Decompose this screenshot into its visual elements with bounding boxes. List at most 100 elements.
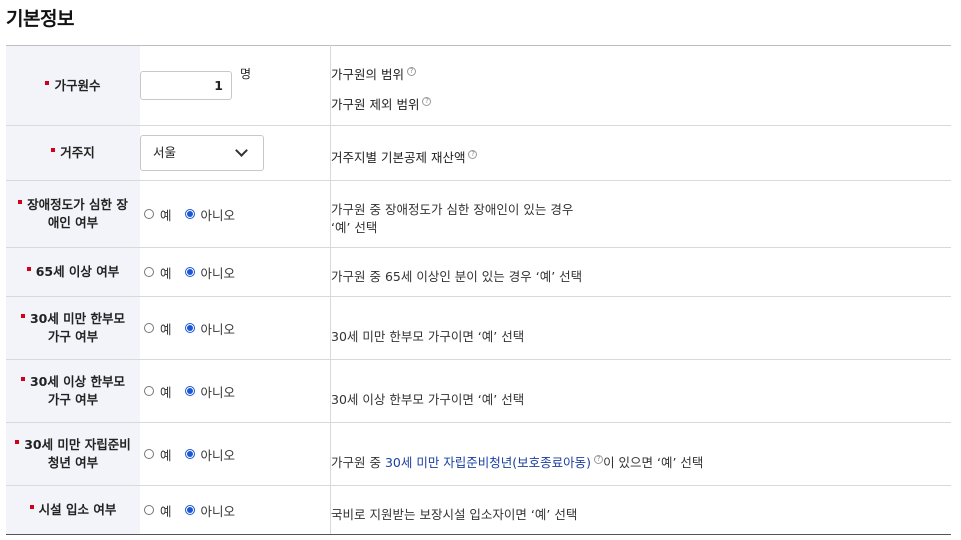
household-exclusion-link[interactable]: 가구원 제외 범위 bbox=[331, 97, 419, 112]
row-single-parent-over30: 30세 이상 한부모 가구 여부 예 아니오 30세 이상 한부모 가구이면 ‘… bbox=[6, 359, 951, 423]
radio-no-label[interactable]: 아니오 bbox=[201, 501, 236, 520]
radio-group: 예 아니오 bbox=[144, 263, 235, 282]
residence-deduction-link[interactable]: 거주지별 기본공제 재산액 bbox=[331, 150, 465, 165]
desc-line1: 가구원 중 장애정도가 심한 장애인이 있는 경우 bbox=[331, 201, 574, 217]
radio-no-label[interactable]: 아니오 bbox=[201, 319, 236, 338]
label-household-size: 가구원수 bbox=[54, 77, 101, 93]
label-line2: 가구 여부 bbox=[47, 329, 99, 344]
radio-no[interactable] bbox=[184, 323, 195, 333]
residence-desc: 거주지별 기본공제 재산액 bbox=[330, 125, 951, 181]
required-marker-icon bbox=[51, 148, 56, 152]
radio-yes-label[interactable]: 예 bbox=[160, 319, 172, 338]
radio-yes[interactable] bbox=[144, 386, 154, 396]
radio-yes-label[interactable]: 예 bbox=[160, 263, 172, 282]
required-marker-icon bbox=[45, 80, 50, 85]
required-marker-icon bbox=[20, 377, 25, 381]
household-size-desc: 가구원의 범위 가구원 제외 범위 bbox=[330, 45, 951, 126]
help-icon[interactable] bbox=[422, 97, 432, 106]
radio-yes-label[interactable]: 예 bbox=[160, 205, 172, 224]
row-label: 30세 이상 한부모 가구 여부 bbox=[6, 359, 140, 423]
row-single-parent-under30: 30세 미만 한부모 가구 여부 예 아니오 30세 미만 한부모 가구이면 ‘… bbox=[6, 296, 951, 360]
radio-group: 예 아니오 bbox=[144, 205, 235, 224]
radio-yes[interactable] bbox=[144, 209, 154, 219]
row-label: 30세 미만 한부모 가구 여부 bbox=[6, 296, 140, 360]
label-line2: 가구 여부 bbox=[47, 392, 99, 407]
label-residence: 거주지 bbox=[60, 145, 95, 160]
radio-yes[interactable] bbox=[144, 267, 154, 277]
row-label: 30세 미만 자립준비 청년 여부 bbox=[6, 422, 140, 486]
label-line1: 30세 미만 한부모 bbox=[29, 311, 126, 326]
unit-label: 명 bbox=[240, 67, 252, 81]
radio-cell: 예 아니오 bbox=[140, 247, 331, 297]
radio-no[interactable] bbox=[184, 449, 195, 459]
facility-desc: 국비로 지원받는 보장시설 입소자이면 ‘예’ 선택 bbox=[330, 485, 951, 535]
radio-cell: 예 아니오 bbox=[140, 359, 331, 423]
radio-group: 예 아니오 bbox=[144, 445, 235, 464]
single-parent-over30-desc: 30세 이상 한부모 가구이면 ‘예’ 선택 bbox=[330, 359, 951, 423]
row-label: 거주지 bbox=[6, 125, 140, 181]
row-household-size: 가구원수 1명 가구원의 범위 가구원 제외 범위 bbox=[6, 45, 951, 126]
household-size-cell: 1명 bbox=[140, 45, 331, 126]
desc-prefix: 가구원 중 bbox=[331, 454, 385, 470]
label-age65: 65세 이상 여부 bbox=[35, 264, 120, 279]
required-marker-icon bbox=[29, 505, 34, 509]
radio-yes[interactable] bbox=[144, 449, 154, 459]
desc-text: 가구원 중 65세 이상인 분이 있는 경우 ‘예’ 선택 bbox=[331, 268, 583, 284]
radio-no[interactable] bbox=[184, 209, 195, 219]
row-residence: 거주지 서울 거주지별 기본공제 재산액 bbox=[6, 125, 951, 181]
required-marker-icon bbox=[26, 267, 31, 271]
row-facility: 시설 입소 여부 예 아니오 국비로 지원받는 보장시설 입소자이면 ‘예’ 선… bbox=[6, 485, 951, 535]
radio-group: 예 아니오 bbox=[144, 382, 235, 401]
section-title: 기본정보 bbox=[6, 8, 74, 30]
radio-no-label[interactable]: 아니오 bbox=[201, 382, 236, 401]
residence-selected-value: 서울 bbox=[153, 145, 177, 160]
radio-yes[interactable] bbox=[144, 505, 154, 515]
radio-yes-label[interactable]: 예 bbox=[160, 501, 172, 520]
radio-group: 예 아니오 bbox=[144, 501, 235, 520]
radio-cell: 예 아니오 bbox=[140, 485, 331, 535]
household-range-link[interactable]: 가구원의 범위 bbox=[331, 67, 404, 82]
household-size-input[interactable]: 1 bbox=[140, 71, 232, 100]
label-line1: 30세 미만 자립준비 bbox=[24, 437, 131, 452]
required-marker-icon bbox=[15, 440, 20, 444]
desc-text: 30세 미만 한부모 가구이면 ‘예’ 선택 bbox=[331, 328, 525, 344]
desc-line2: ‘예’ 선택 bbox=[331, 219, 378, 235]
radio-no-label[interactable]: 아니오 bbox=[201, 263, 236, 282]
radio-no-label[interactable]: 아니오 bbox=[201, 205, 236, 224]
label-line2: 청년 여부 bbox=[47, 455, 99, 470]
row-age65: 65세 이상 여부 예 아니오 가구원 중 65세 이상인 분이 있는 경우 ‘… bbox=[6, 247, 951, 297]
basic-info-table: 가구원수 1명 가구원의 범위 가구원 제외 범위 거주지 서울 거주지별 기본… bbox=[6, 45, 951, 535]
single-parent-under30-desc: 30세 미만 한부모 가구이면 ‘예’ 선택 bbox=[330, 296, 951, 360]
radio-no[interactable] bbox=[184, 505, 195, 515]
age65-desc: 가구원 중 65세 이상인 분이 있는 경우 ‘예’ 선택 bbox=[330, 247, 951, 297]
row-label: 장애정도가 심한 장 애인 여부 bbox=[6, 180, 140, 248]
help-icon[interactable] bbox=[468, 149, 478, 159]
youth-independence-link[interactable]: 30세 미만 자립준비청년(보호종료아동) bbox=[385, 455, 591, 470]
help-icon[interactable] bbox=[594, 454, 604, 464]
help-icon[interactable] bbox=[406, 67, 416, 76]
residence-cell: 서울 bbox=[140, 125, 331, 181]
row-severe-disability: 장애정도가 심한 장 애인 여부 예 아니오 가구원 중 장애정도가 심한 장애… bbox=[6, 180, 951, 248]
radio-cell: 예 아니오 bbox=[140, 296, 331, 360]
radio-yes-label[interactable]: 예 bbox=[160, 445, 172, 464]
desc-text: 30세 이상 한부모 가구이면 ‘예’ 선택 bbox=[331, 391, 525, 407]
radio-cell: 예 아니오 bbox=[140, 180, 331, 248]
radio-no[interactable] bbox=[184, 267, 195, 277]
radio-group: 예 아니오 bbox=[144, 319, 235, 338]
required-marker-icon bbox=[18, 200, 23, 204]
row-label: 가구원수 bbox=[6, 45, 140, 126]
radio-no-label[interactable]: 아니오 bbox=[201, 445, 236, 464]
radio-no[interactable] bbox=[184, 386, 195, 396]
row-youth-independence: 30세 미만 자립준비 청년 여부 예 아니오 가구원 중 30세 미만 자립준… bbox=[6, 422, 951, 486]
label-line1: 장애정도가 심한 장 bbox=[27, 197, 128, 212]
radio-yes-label[interactable]: 예 bbox=[160, 382, 172, 401]
row-label: 시설 입소 여부 bbox=[6, 485, 140, 535]
required-marker-icon bbox=[20, 314, 25, 318]
residence-select[interactable]: 서울 bbox=[140, 135, 264, 171]
radio-cell: 예 아니오 bbox=[140, 422, 331, 486]
severe-disability-desc: 가구원 중 장애정도가 심한 장애인이 있는 경우 ‘예’ 선택 bbox=[330, 180, 951, 248]
desc-suffix: 이 있으면 ‘예’ 선택 bbox=[603, 454, 704, 470]
label-line1: 30세 이상 한부모 bbox=[29, 374, 126, 389]
youth-independence-desc: 가구원 중 30세 미만 자립준비청년(보호종료아동) 이 있으면 ‘예’ 선택 bbox=[330, 422, 951, 486]
radio-yes[interactable] bbox=[144, 323, 154, 333]
